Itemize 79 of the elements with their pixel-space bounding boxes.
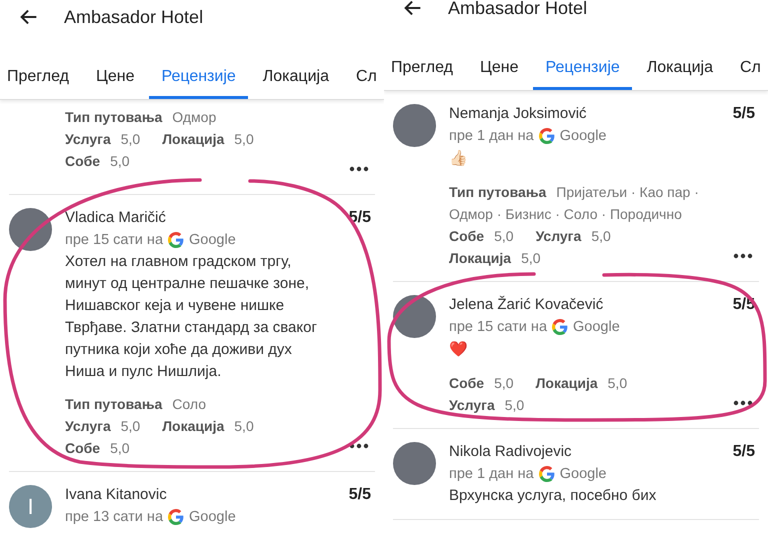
attribute-label: Услуга bbox=[536, 228, 582, 244]
more-options-icon[interactable] bbox=[733, 253, 753, 259]
attribute-label: Услуга bbox=[65, 131, 111, 147]
google-logo-icon bbox=[552, 319, 568, 335]
avatar-photo-placeholder bbox=[9, 208, 52, 251]
attribute-value: 5,0 bbox=[234, 418, 254, 434]
review-rating: 5/5 bbox=[732, 104, 755, 124]
attribute-value: 5,0 bbox=[110, 153, 130, 169]
tab[interactable]: Цене bbox=[480, 48, 518, 90]
tab[interactable]: Рецензије bbox=[533, 48, 632, 90]
google-logo-icon bbox=[168, 509, 184, 525]
attribute-value: Соло bbox=[172, 396, 206, 412]
tab[interactable]: Сл bbox=[356, 57, 377, 99]
attribute-value: 5,0 bbox=[120, 131, 140, 147]
review-text: Хотел на главном градском тргу, минут од централне пешачке зоне, Нишавског кеја и чувене нишке Тврђаве. Златни стандард за сваког путника који хоће да доживи дух Ниша и пулс Нишлија. bbox=[65, 252, 318, 382]
attribute-label: Тип путовања bbox=[65, 109, 162, 125]
attribute-label: Локација bbox=[162, 418, 224, 434]
reviewer-name[interactable]: Nemanja Joksimović bbox=[449, 103, 587, 125]
attribute-value: 5,0 bbox=[494, 228, 514, 244]
attribute-label: Тип путовања bbox=[449, 184, 546, 200]
attribute-value: 5,0 bbox=[521, 250, 541, 266]
avatar-initial: I bbox=[9, 485, 52, 528]
more-options-icon[interactable] bbox=[733, 400, 753, 406]
tab[interactable]: Сл bbox=[740, 48, 761, 90]
tab[interactable]: Локација bbox=[646, 48, 713, 90]
tab[interactable]: Цене bbox=[96, 57, 134, 99]
avatar-photo-placeholder bbox=[393, 104, 436, 147]
reviewer-name[interactable]: Jelena Žarić Kovačević bbox=[449, 294, 604, 316]
google-logo-icon bbox=[168, 232, 184, 248]
attribute-value: 5,0 bbox=[608, 375, 628, 391]
review-time: пре 15 сати на bbox=[65, 231, 164, 250]
attribute-label: Локација bbox=[162, 131, 224, 147]
avatar-photo-placeholder bbox=[393, 442, 436, 485]
attribute-value: 5,0 bbox=[591, 228, 611, 244]
review-source: Google bbox=[560, 127, 606, 146]
reviewer-name[interactable]: Nikola Radivojevic bbox=[449, 441, 572, 463]
attribute-label: Тип путовања bbox=[65, 396, 162, 412]
attribute-label: Локација bbox=[449, 250, 512, 266]
attribute-value: 5,0 bbox=[110, 440, 130, 456]
review-text: Врхунска услуга, посебно бих bbox=[449, 486, 658, 506]
avatar-photo-placeholder bbox=[393, 295, 436, 338]
review-source: Google bbox=[189, 231, 236, 250]
hotel-title: Ambasador Hotel bbox=[448, 0, 588, 18]
attribute-value: 5,0 bbox=[504, 397, 524, 413]
reviewer-name[interactable]: Vladica Maričić bbox=[65, 207, 166, 229]
tab[interactable]: Преглед bbox=[7, 57, 69, 99]
attribute-value: Пријатељи · Као пар · bbox=[556, 184, 699, 200]
attribute-label: Услуга bbox=[65, 418, 111, 434]
reviewer-name[interactable]: Ivana Kitanovic bbox=[65, 484, 167, 506]
google-logo-icon bbox=[538, 128, 555, 144]
attribute-label: Собе bbox=[449, 228, 484, 244]
review-time: пре 15 сати на bbox=[449, 318, 548, 337]
review-emoji: ❤ bbox=[449, 340, 469, 360]
review-source: Google bbox=[573, 318, 620, 337]
hotel-title: Ambasador Hotel bbox=[64, 6, 204, 28]
review-time: пре 1 дан на bbox=[449, 127, 534, 146]
review-time: пре 1 дан на bbox=[449, 465, 534, 484]
review-source: Google bbox=[189, 508, 236, 527]
tab[interactable]: Рецензије bbox=[149, 57, 248, 99]
review-time: пре 13 сати на bbox=[65, 508, 164, 527]
attribute-label: Собе bbox=[65, 153, 100, 169]
google-logo-icon bbox=[538, 466, 555, 482]
attribute-value: 5,0 bbox=[494, 375, 514, 391]
tab[interactable]: Локација bbox=[262, 57, 329, 99]
tab[interactable]: Преглед bbox=[391, 48, 453, 90]
review-rating: 5/5 bbox=[348, 485, 371, 505]
attribute-value: 5,0 bbox=[120, 418, 140, 434]
attribute-label: Услуга bbox=[449, 397, 495, 413]
attribute-value: Одмор · Бизнис · Соло · Породично bbox=[449, 206, 682, 222]
attribute-label: Собе bbox=[449, 375, 484, 391]
attribute-label: Локација bbox=[536, 375, 598, 391]
more-options-icon[interactable] bbox=[349, 443, 369, 449]
review-source: Google bbox=[560, 465, 606, 484]
attribute-value: Одмор bbox=[172, 109, 216, 125]
review-rating: 5/5 bbox=[732, 442, 755, 462]
attribute-value: 5,0 bbox=[234, 131, 254, 147]
review-emoji: 👍🏻 bbox=[449, 149, 469, 169]
attribute-label: Собе bbox=[65, 440, 100, 456]
more-options-icon[interactable] bbox=[349, 166, 369, 172]
